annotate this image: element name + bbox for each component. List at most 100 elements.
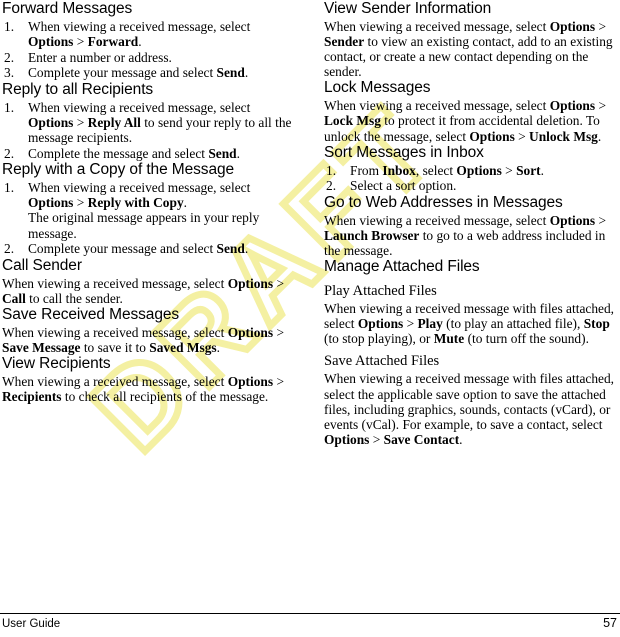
paragraph-bold: Save Contact — [383, 431, 460, 447]
paragraph-bold: Unlock Msg — [529, 128, 598, 144]
list-item: When viewing a received message, select … — [2, 19, 298, 49]
left-column: Forward Messages When viewing a received… — [2, 0, 298, 404]
step-bold: Options — [28, 114, 74, 130]
section-paragraph: When viewing a received message, select … — [324, 98, 620, 143]
step-text: Complete your message and select — [28, 241, 217, 257]
section-forward-messages: Forward Messages When viewing a received… — [2, 0, 298, 80]
section-heading: Forward Messages — [2, 0, 133, 17]
step-continuation: The original message appears in your rep… — [28, 210, 260, 241]
paragraph-bold: Launch Browser — [324, 227, 420, 243]
section-heading: Sort Messages in Inbox — [324, 143, 484, 161]
step-text: Complete your message and select — [28, 65, 217, 81]
section-paragraph: When viewing a received message, select … — [2, 276, 298, 306]
list-item: Complete your message and select Send. — [2, 241, 298, 256]
paragraph-bold: Recipients — [2, 389, 62, 405]
section-heading: View Sender Information — [324, 0, 492, 17]
step-text: Enter a number or address. — [28, 49, 172, 65]
step-bold: Options — [28, 195, 74, 211]
step-text: > — [73, 34, 88, 50]
step-list: When viewing a received message, select … — [2, 180, 298, 256]
subsection-paragraph: When viewing a received message with fil… — [324, 301, 620, 346]
step-bold: Forward — [87, 34, 139, 50]
section-lock-messages: Lock Messages When viewing a received me… — [324, 79, 620, 143]
paragraph-text: > — [595, 212, 606, 228]
step-text: From — [350, 162, 383, 178]
paragraph-bold: Saved Msgs — [149, 340, 217, 355]
paragraph-text: (to play an attached file), — [442, 316, 584, 332]
section-go-to-web-addresses: Go to Web Addresses in Messages When vie… — [324, 194, 620, 258]
paragraph-text: > — [514, 128, 530, 144]
paragraph-text: > — [273, 275, 284, 291]
paragraph-text: to view an existing contact, add to an e… — [324, 34, 613, 80]
paragraph-bold: Options — [469, 128, 515, 144]
step-list: From Inbox, select Options > Sort. Selec… — [324, 163, 620, 194]
section-paragraph: When viewing a received message, select … — [324, 213, 620, 258]
paragraph-bold: Options — [549, 212, 596, 228]
paragraph-bold: Sender — [324, 34, 365, 50]
step-bold: Reply All — [87, 114, 141, 130]
list-item: From Inbox, select Options > Sort. — [324, 163, 620, 178]
step-bold: Options — [28, 34, 74, 50]
step-text: , select — [415, 162, 457, 178]
paragraph-text: > — [273, 324, 284, 340]
subsection-heading-play-attached-files: Play Attached Files — [324, 283, 437, 300]
step-text: > — [501, 162, 517, 178]
section-reply-to-all-recipients: Reply to all Recipients When viewing a r… — [2, 81, 298, 161]
step-text: > — [73, 114, 88, 130]
step-text: . — [138, 34, 142, 50]
section-paragraph: When viewing a received message, select … — [324, 19, 620, 79]
step-text: . — [244, 241, 249, 257]
paragraph-bold: Stop — [583, 316, 610, 332]
step-text: When viewing a received message, select — [28, 180, 251, 196]
paragraph-text: When viewing a received message, select — [2, 275, 228, 291]
paragraph-text: > — [369, 431, 384, 447]
paragraph-text: When viewing a received message, select — [324, 19, 550, 34]
section-paragraph: When viewing a received message, select … — [2, 374, 298, 404]
paragraph-text: > — [595, 98, 606, 114]
section-call-sender: Call Sender When viewing a received mess… — [2, 257, 298, 306]
section-view-recipients: View Recipients When viewing a received … — [2, 355, 298, 404]
step-bold: Send — [216, 241, 245, 257]
paragraph-bold: Mute — [433, 331, 465, 347]
list-item: Complete your message and select Send. — [2, 65, 298, 80]
paragraph-bold: Options — [324, 431, 370, 447]
step-text: . — [236, 145, 240, 161]
section-manage-attached-files: Manage Attached Files Play Attached File… — [324, 258, 620, 447]
footer-page-number: 57 — [603, 616, 617, 630]
step-bold: Options — [456, 162, 502, 178]
step-text: Select a sort option. — [350, 178, 457, 194]
step-text: . — [244, 65, 249, 81]
paragraph-bold: Options — [227, 324, 274, 340]
section-heading: Save Received Messages — [2, 305, 180, 323]
step-text: When viewing a received message, select — [28, 99, 251, 115]
paragraph-text: When viewing a received message with fil… — [324, 371, 615, 432]
step-bold: Inbox — [382, 162, 416, 178]
paragraph-text: . — [597, 128, 602, 144]
paragraph-bold: Options — [227, 275, 274, 291]
list-item: When viewing a received message, select … — [2, 180, 298, 240]
paragraph-text: > — [595, 19, 606, 34]
section-heading: Reply to all Recipients — [2, 80, 154, 98]
paragraph-bold: Play — [417, 316, 443, 332]
subsection-heading-save-attached-files: Save Attached Files — [324, 353, 440, 370]
section-reply-with-copy: Reply with a Copy of the Message When vi… — [2, 161, 298, 256]
page-footer: User Guide 57 — [0, 613, 620, 637]
section-heading: View Recipients — [2, 355, 111, 373]
list-item: Complete the message and select Send. — [2, 146, 298, 161]
paragraph-bold: Options — [549, 98, 596, 114]
step-list: When viewing a received message, select … — [2, 100, 298, 161]
paragraph-bold: Options — [227, 374, 274, 390]
footer-document-title: User Guide — [2, 618, 61, 630]
list-item: Select a sort option. — [324, 178, 620, 193]
user-guide-page: DRAFT Forward Messages When viewing a re… — [0, 0, 620, 637]
footer-rule — [0, 613, 620, 614]
step-text: When viewing a received message, select — [28, 19, 251, 34]
paragraph-text: . — [216, 340, 220, 355]
section-view-sender-information: View Sender Information When viewing a r… — [324, 0, 620, 79]
section-heading: Reply with a Copy of the Message — [2, 161, 235, 179]
paragraph-bold: Options — [357, 316, 404, 332]
section-heading: Go to Web Addresses in Messages — [324, 193, 563, 211]
step-bold: Sort — [516, 162, 541, 178]
step-text: . — [540, 162, 544, 178]
paragraph-text: to call the sender. — [25, 290, 123, 306]
